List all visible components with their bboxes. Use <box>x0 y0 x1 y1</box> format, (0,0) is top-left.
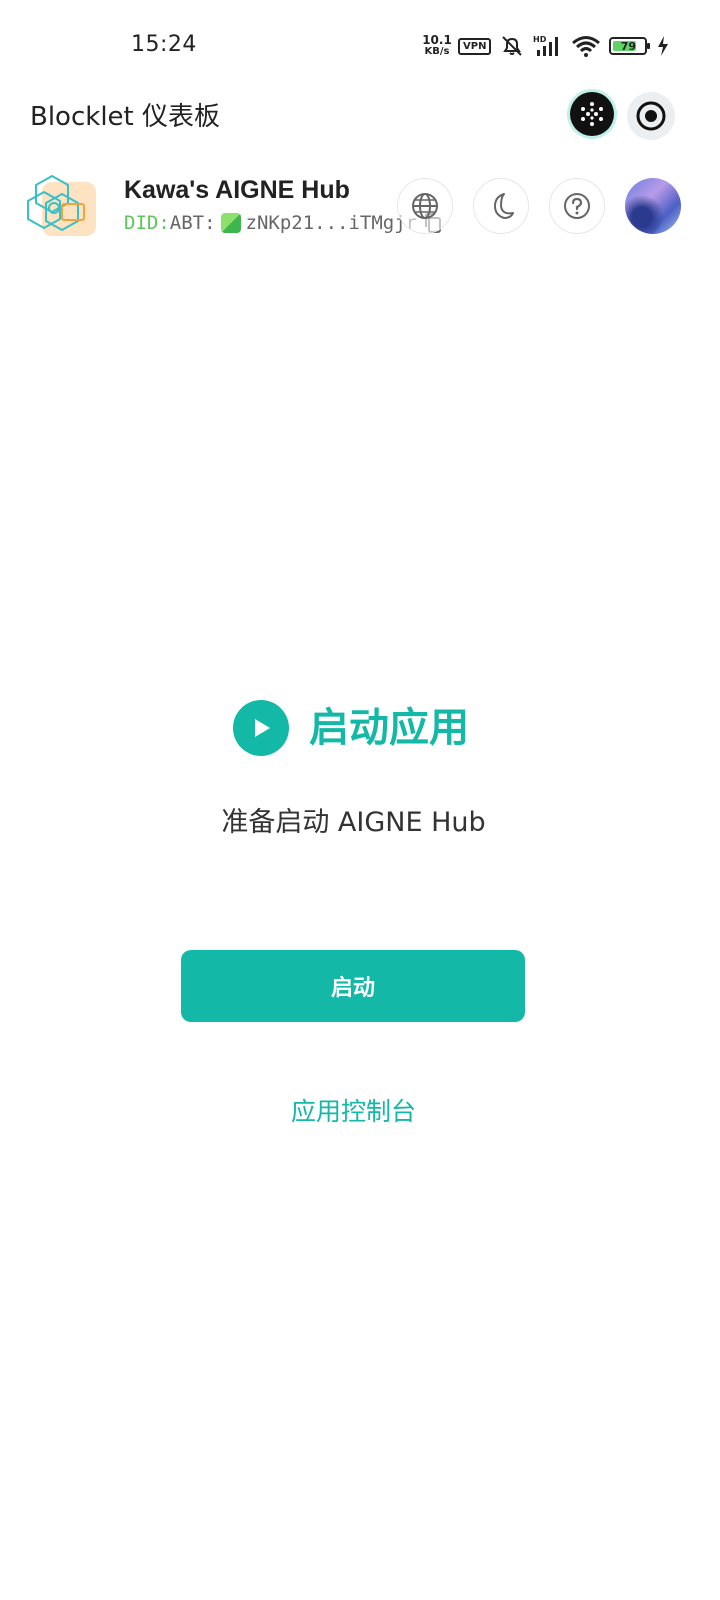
play-icon <box>233 700 289 756</box>
app-logo <box>26 172 98 240</box>
theme-toggle-button[interactable] <box>473 178 529 234</box>
network-speed-value: 10.1 <box>422 33 452 47</box>
did-label: DID: <box>124 212 170 234</box>
screen: 15:24 10.1 KB/s VPN HD 79 Blocklet 仪表板 K… <box>0 0 720 1600</box>
user-avatar[interactable] <box>625 178 681 234</box>
status-bar: 15:24 10.1 KB/s VPN HD 79 <box>0 0 720 90</box>
cellular-signal-icon: HD <box>533 34 563 58</box>
did-prefix: ABT: <box>169 212 216 234</box>
vpn-badge: VPN <box>458 37 492 55</box>
network-speed: 10.1 KB/s <box>420 34 454 58</box>
app-name: Kawa's AIGNE Hub <box>124 176 350 204</box>
language-button[interactable] <box>397 178 453 234</box>
mini-program-button[interactable] <box>570 92 614 136</box>
did-value: zNKp21...iTMgjr <box>245 212 418 234</box>
page-title: Blocklet 仪表板 <box>30 102 220 132</box>
close-button[interactable] <box>627 92 675 140</box>
globe-icon <box>412 193 438 219</box>
wifi-icon <box>571 34 601 58</box>
did-row: DID: ABT: zNKp21...iTMgjr <box>124 212 443 234</box>
question-icon <box>564 193 590 219</box>
help-button[interactable] <box>549 178 605 234</box>
moon-icon <box>494 193 514 219</box>
launch-subtitle: 准备启动 AIGNE Hub <box>221 807 486 838</box>
dots-grid-icon <box>581 102 603 126</box>
launch-title: 启动应用 <box>309 705 469 751</box>
did-avatar <box>220 213 241 233</box>
launch-heading: 启动应用 <box>0 696 720 760</box>
app-header <box>0 158 720 258</box>
network-speed-unit: KB/s <box>424 46 450 57</box>
charging-icon <box>657 36 669 56</box>
status-time: 15:24 <box>131 32 197 57</box>
bell-off-icon <box>499 34 525 58</box>
app-bar: Blocklet 仪表板 <box>0 90 720 158</box>
record-close-icon <box>636 101 666 131</box>
start-button[interactable]: 启动 <box>181 950 525 1022</box>
status-icons: 10.1 KB/s VPN HD 79 <box>420 32 669 60</box>
battery-icon: 79 <box>609 37 651 55</box>
battery-percent: 79 <box>620 39 637 53</box>
app-console-link[interactable]: 应用控制台 <box>0 1092 707 1128</box>
signal-hd-badge: HD <box>533 35 547 44</box>
